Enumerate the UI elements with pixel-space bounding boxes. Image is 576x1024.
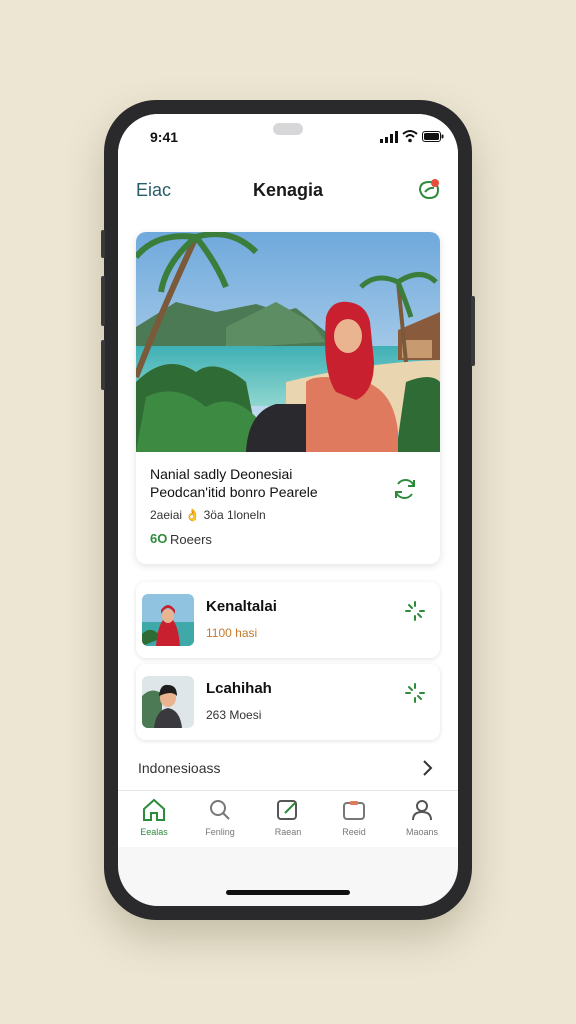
featured-meta: 2aeiai 👌 3öa 1loneln <box>150 508 266 522</box>
likes-label: Roeers <box>170 532 212 547</box>
phone-frame: 9:41 Eiac Kenagia Nanial sadly Deonesiai… <box>101 100 475 920</box>
tab-folder[interactable]: Reeid <box>324 797 384 843</box>
loading-icon[interactable] <box>404 600 426 622</box>
edit-icon <box>277 800 297 820</box>
see-more-label: Indonesioass <box>138 760 221 776</box>
refresh-icon[interactable] <box>390 474 420 504</box>
home-indicator[interactable] <box>226 890 350 895</box>
battery-icon <box>422 131 444 142</box>
tab-label: Raean <box>274 827 302 837</box>
list-item-thumbnail <box>142 676 194 728</box>
tab-label: Eealas <box>140 827 168 837</box>
tab-home[interactable]: Eealas <box>124 797 184 843</box>
chevron-right-icon <box>423 760 433 776</box>
featured-title: Nanial sadly Deonesiai <box>150 466 293 482</box>
tab-label: Fenling <box>205 827 235 837</box>
mute-switch <box>101 230 105 258</box>
list-item-name: Lcahihah <box>206 680 272 697</box>
tab-profile[interactable]: Maoans <box>392 797 452 843</box>
list-item-name: Kenaltalai <box>206 598 277 615</box>
folder-icon <box>343 801 365 820</box>
screen: 9:41 Eiac Kenagia Nanial sadly Deonesiai… <box>118 114 458 906</box>
search-icon <box>210 800 230 820</box>
tab-edit[interactable]: Raean <box>258 797 318 843</box>
likes-icon: 6O <box>150 531 168 546</box>
app-header: Eiac Kenagia <box>118 170 458 210</box>
list-item[interactable]: Kenaltalai 1100 hasi <box>136 582 440 658</box>
status-time: 9:41 <box>150 129 179 145</box>
volume-down-button <box>101 340 105 390</box>
profile-icon <box>412 800 432 821</box>
tab-bar: Eealas Fenling Raean Reeid Maoans <box>118 790 458 847</box>
home-icon <box>143 798 165 821</box>
featured-subtitle: Peodcan'itid bonro Pearele <box>150 484 318 500</box>
power-button <box>471 296 475 366</box>
list-item-thumbnail <box>142 594 194 646</box>
loading-icon[interactable] <box>404 682 426 704</box>
see-more-row[interactable]: Indonesioass <box>136 758 440 786</box>
leaf-notification-icon[interactable] <box>416 176 442 202</box>
dynamic-island <box>273 123 303 135</box>
app-view: 9:41 Eiac Kenagia Nanial sadly Deonesiai… <box>118 114 458 847</box>
list-item[interactable]: Lcahihah 263 Moesi <box>136 664 440 740</box>
signal-icon <box>380 131 398 143</box>
tab-label: Reeid <box>342 827 366 837</box>
tab-search[interactable]: Fenling <box>190 797 250 843</box>
status-bar: 9:41 <box>118 114 458 158</box>
list-item-meta: 263 Moesi <box>206 708 262 722</box>
featured-card[interactable]: Nanial sadly Deonesiai Peodcan'itid bonr… <box>136 232 440 564</box>
wifi-icon <box>402 130 418 143</box>
page-title: Kenagia <box>252 180 324 200</box>
list-item-meta: 1100 hasi <box>206 626 258 640</box>
featured-photo <box>136 232 440 452</box>
tab-label: Maoans <box>405 827 439 837</box>
notification-badge <box>431 179 439 187</box>
volume-up-button <box>101 276 105 326</box>
